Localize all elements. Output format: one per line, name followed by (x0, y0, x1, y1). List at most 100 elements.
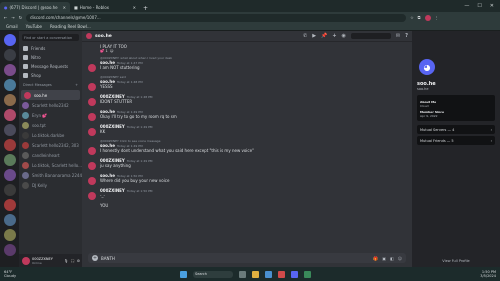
emoji-icon[interactable]: ☺ (398, 256, 402, 261)
browser-tab-roblox[interactable]: ■ Home - Roblox ✕ (70, 2, 140, 12)
discord-home-icon[interactable] (3, 34, 16, 46)
nav-nitro[interactable]: Nitro (19, 53, 82, 62)
close-window-icon[interactable]: ✕ (490, 3, 494, 9)
bookmark-gmail[interactable]: Gmail (6, 24, 18, 29)
start-icon[interactable] (180, 270, 187, 278)
server-icon[interactable] (3, 139, 16, 151)
server-icon[interactable] (3, 199, 16, 211)
taskbar-search[interactable]: Search (193, 270, 233, 278)
server-icon[interactable] (3, 214, 16, 226)
bookmarks-bar: Gmail YouTube Reading Reel Bowl... (0, 23, 500, 31)
server-icon[interactable] (3, 94, 16, 106)
bookmark-youtube[interactable]: YouTube (26, 24, 42, 29)
message-author[interactable]: 000ZXINEY Today at 1:49 PM (100, 124, 153, 129)
new-tab-icon[interactable]: + (140, 5, 148, 12)
server-icon[interactable] (3, 229, 16, 241)
server-icon[interactable] (3, 64, 16, 76)
nav-message-requests[interactable]: Message Requests (19, 62, 82, 71)
weather-widget[interactable]: 64°F Cloudy (4, 270, 16, 278)
avatar[interactable] (88, 113, 96, 121)
server-icon[interactable] (3, 169, 16, 181)
video-icon[interactable]: ▶ (312, 33, 316, 39)
back-icon[interactable]: ← (4, 15, 7, 20)
nav-friends[interactable]: Friends (19, 44, 82, 53)
server-icon[interactable] (3, 244, 16, 256)
edge-icon[interactable] (265, 270, 272, 278)
avatar[interactable] (88, 162, 96, 170)
server-icon[interactable] (3, 79, 16, 91)
headphones-icon[interactable]: 🎧 (71, 259, 75, 263)
profile-avatar[interactable]: ◕ (417, 57, 437, 77)
pin-icon[interactable]: 📌 (321, 33, 327, 39)
member-since: Apr 9, 2022 (420, 114, 438, 118)
browser-tab-discord[interactable]: ● (677) Discord | @soo.he ✕ (0, 2, 70, 12)
call-icon[interactable]: ✆ (303, 33, 307, 39)
dm-item[interactable]: Lo.tiktok, Scarlett hello... (19, 160, 82, 170)
chrome-icon[interactable] (278, 270, 285, 278)
minimize-icon[interactable]: — (464, 3, 469, 9)
server-icon[interactable] (3, 184, 16, 196)
dm-item[interactable]: Eryn 💕 (19, 110, 82, 120)
avatar[interactable] (88, 128, 96, 136)
avatar[interactable] (88, 177, 96, 185)
close-tab-icon[interactable]: ✕ (63, 5, 66, 10)
inbox-icon[interactable]: ✉ (396, 33, 400, 39)
dm-name: DJ Kelly (32, 182, 48, 188)
chat-search-input[interactable] (350, 33, 391, 39)
discord-taskbar-icon[interactable] (291, 270, 298, 278)
sticker-icon[interactable]: ◧ (390, 256, 394, 261)
url-input[interactable]: discord.com/channels/@me/1007... (26, 13, 407, 22)
forward-icon[interactable]: → (11, 15, 14, 20)
mutual-servers-button[interactable]: Mutual Servers — 4 › (417, 125, 495, 134)
message: 000ZXINEY Today at 1:49 PM KK (88, 124, 406, 136)
mutual-friends-button[interactable]: Mutual Friends — 5 › (417, 136, 495, 145)
profile-avatar-icon[interactable] (424, 14, 431, 21)
reaction[interactable]: 💕 1 ☺ (100, 49, 127, 53)
avatar[interactable] (88, 83, 96, 91)
dm-search-input[interactable]: Find or start a conversation (22, 34, 79, 41)
menu-icon[interactable]: ⋮ (435, 15, 439, 20)
close-tab-icon[interactable]: ✕ (133, 5, 136, 10)
avatar[interactable] (88, 147, 96, 155)
dm-item[interactable]: DJ Kelly (19, 180, 82, 190)
reload-icon[interactable]: ↻ (19, 15, 22, 20)
bookmark-reading[interactable]: Reading Reel Bowl... (50, 24, 91, 29)
server-icon[interactable] (3, 109, 16, 121)
profile-toggle-icon[interactable]: ◉ (342, 33, 346, 39)
avatar (22, 181, 29, 189)
dm-item[interactable]: candleinheart (19, 150, 82, 160)
avatar[interactable] (88, 192, 96, 200)
avatar[interactable] (22, 256, 30, 265)
attach-icon[interactable]: + (92, 255, 98, 261)
dm-item[interactable]: Scarlett hello2342 (19, 100, 82, 110)
server-icon[interactable] (3, 49, 16, 61)
app-icon[interactable] (304, 270, 311, 278)
view-full-profile-link[interactable]: View Full Profile (412, 259, 500, 263)
message-author[interactable]: 000ZXINEY Today at 1:50 PM (100, 188, 153, 193)
clock[interactable]: 1:50 PM 3/5/2024 (480, 270, 496, 278)
task-view-icon[interactable] (239, 270, 246, 278)
message-composer[interactable]: + BANTH 🎁 ▣ ◧ ☺ (88, 253, 406, 263)
avatar[interactable] (88, 98, 96, 106)
avatar[interactable] (88, 64, 96, 72)
file-explorer-icon[interactable] (252, 270, 259, 278)
help-icon[interactable]: ? (405, 33, 408, 39)
mic-icon[interactable]: 🎙 (64, 259, 68, 263)
server-icon[interactable] (3, 124, 16, 136)
message: 000ZXINEY Today at 1:50 PM -_- (88, 188, 406, 200)
nav-shop[interactable]: Shop (19, 71, 82, 80)
gift-icon[interactable]: 🎁 (373, 256, 378, 261)
star-icon[interactable]: ☆ (410, 15, 414, 20)
chat-header: soo.he ✆ ▶ 📌 + ◉ ✉ ? (82, 31, 412, 42)
server-icon[interactable] (3, 154, 16, 166)
dm-item[interactable]: Scarlett hello2342, 303 (19, 140, 82, 150)
gif-icon[interactable]: ▣ (382, 256, 386, 261)
dm-item[interactable]: soo.tpt (19, 120, 82, 130)
add-dm-icon[interactable]: + (75, 83, 78, 87)
add-friend-icon[interactable]: + (332, 33, 336, 39)
extensions-icon[interactable]: ⧉ (418, 15, 421, 20)
dm-item[interactable]: Smith Bananarama 2244 (19, 170, 82, 180)
dm-item[interactable]: soo.he (21, 90, 80, 100)
dm-item[interactable]: Lo.tiktok.darkbe (19, 130, 82, 140)
maximize-icon[interactable]: ☐ (477, 3, 481, 9)
